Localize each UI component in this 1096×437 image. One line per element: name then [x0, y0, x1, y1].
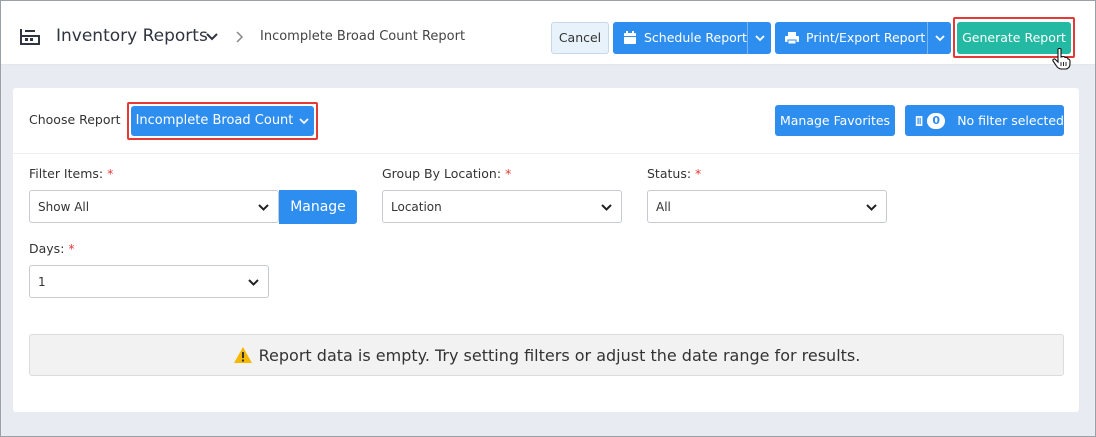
chevron-down-icon[interactable] [205, 31, 219, 43]
schedule-report-main[interactable]: Schedule Report [613, 22, 747, 54]
filter-items-value: Show All [38, 199, 90, 214]
chevron-down-icon [934, 35, 945, 42]
filter-items-label-text: Filter Items: [29, 166, 104, 181]
days-label-text: Days: [29, 241, 65, 256]
group-by-location-label-text: Group By Location: [382, 166, 502, 181]
filter-icon [915, 115, 923, 126]
chevron-down-icon [601, 204, 612, 211]
filter-status-button[interactable]: 0 No filter selected [905, 105, 1064, 136]
chevron-down-icon [866, 204, 877, 211]
printer-icon [785, 32, 799, 45]
chevron-down-icon [248, 279, 259, 286]
group-by-location-label: Group By Location: * [382, 166, 511, 181]
status-label: Status: * [647, 166, 701, 181]
manage-filter-items-button[interactable]: Manage [279, 190, 357, 224]
required-mark: * [107, 166, 114, 181]
app-window: Inventory Reports Incomplete Broad Count… [0, 0, 1096, 437]
warning-icon [233, 347, 252, 363]
page-header: Inventory Reports Incomplete Broad Count… [1, 1, 1095, 65]
days-select[interactable]: 1 [29, 265, 269, 298]
days-value: 1 [38, 274, 46, 289]
print-export-button[interactable]: Print/Export Report [775, 22, 951, 54]
chevron-right-icon [236, 31, 244, 43]
report-card: Choose Report Incomplete Broad Count Man… [13, 88, 1079, 412]
app-title: Inventory Reports [56, 26, 208, 46]
required-mark: * [68, 241, 75, 256]
report-select-label: Incomplete Broad Count [135, 113, 294, 128]
status-value: All [656, 199, 671, 214]
chevron-down-icon [299, 118, 310, 125]
factory-icon [20, 29, 40, 45]
group-by-location-select[interactable]: Location [382, 190, 622, 223]
manage-favorites-button[interactable]: Manage Favorites [775, 105, 895, 136]
cancel-button[interactable]: Cancel [551, 22, 609, 54]
print-export-dropdown[interactable] [927, 22, 951, 54]
breadcrumb: Incomplete Broad Count Report [260, 29, 466, 44]
chevron-down-icon [754, 35, 765, 42]
chevron-down-icon [258, 204, 269, 211]
calendar-icon [624, 31, 636, 44]
status-select[interactable]: All [647, 190, 887, 223]
group-by-location-value: Location [391, 199, 442, 214]
filter-count-badge: 0 [927, 112, 946, 129]
print-export-main[interactable]: Print/Export Report [775, 22, 927, 54]
schedule-report-button[interactable]: Schedule Report [613, 22, 771, 54]
empty-report-alert: Report data is empty. Try setting filter… [29, 334, 1064, 376]
required-mark: * [695, 166, 702, 181]
card-divider [13, 153, 1079, 154]
empty-report-message: Report data is empty. Try setting filter… [258, 345, 861, 365]
filter-items-select[interactable]: Show All [29, 190, 279, 223]
schedule-report-dropdown[interactable] [747, 22, 771, 54]
days-label: Days: * [29, 241, 75, 256]
filter-status-label: No filter selected [957, 113, 1064, 128]
status-label-text: Status: [647, 166, 692, 181]
schedule-report-label: Schedule Report [644, 30, 747, 45]
hand-cursor-icon [1052, 48, 1071, 70]
print-export-label: Print/Export Report [806, 30, 926, 45]
choose-report-label: Choose Report [29, 112, 121, 127]
filter-items-label: Filter Items: * [29, 166, 113, 181]
required-mark: * [505, 166, 512, 181]
report-select-button[interactable]: Incomplete Broad Count [131, 106, 314, 136]
